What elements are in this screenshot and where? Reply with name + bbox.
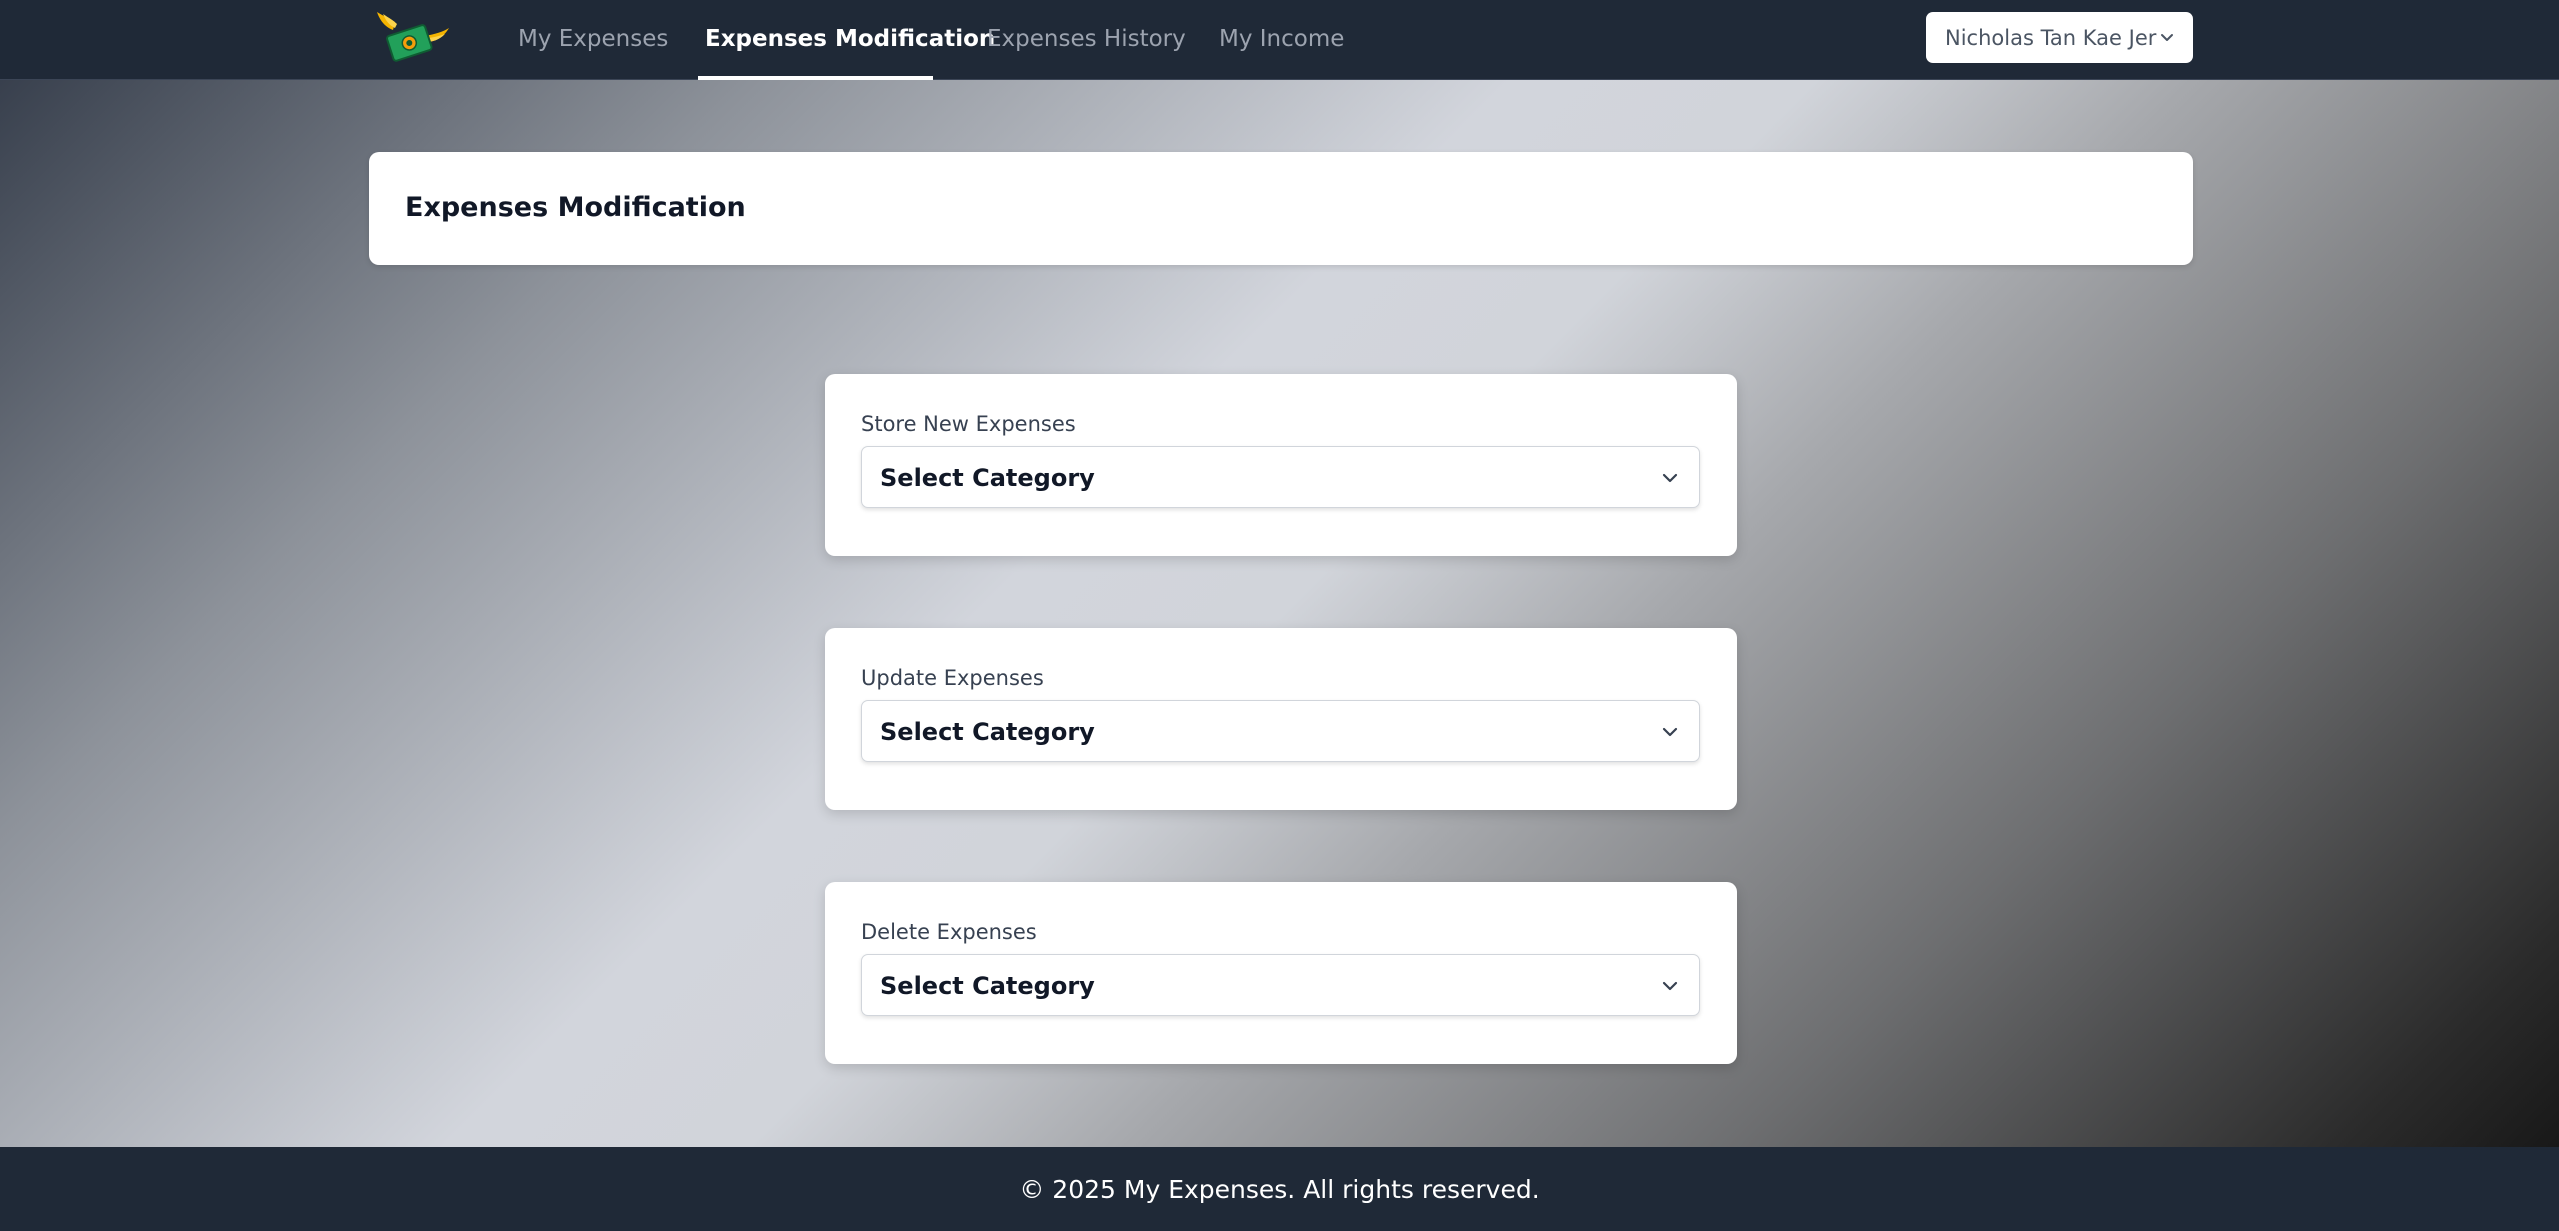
chevron-down-icon	[1662, 473, 1678, 483]
top-navbar: My Expenses Expenses Modification Expens…	[0, 0, 2559, 80]
active-tab-indicator	[698, 76, 933, 80]
delete-expenses-category-select[interactable]: Select Category	[861, 954, 1700, 1016]
nav-link-my-expenses[interactable]: My Expenses	[518, 0, 668, 80]
select-value: Select Category	[880, 972, 1095, 1000]
user-menu-button[interactable]: Nicholas Tan Kae Jer	[1926, 12, 2193, 63]
store-expenses-card: Store New Expenses Select Category	[825, 374, 1737, 556]
store-expenses-label: Store New Expenses	[861, 412, 1076, 436]
update-expenses-card: Update Expenses Select Category	[825, 628, 1737, 810]
nav-link-expenses-modification[interactable]: Expenses Modification	[705, 0, 995, 80]
page-header-card: Expenses Modification	[369, 152, 2193, 265]
select-value: Select Category	[880, 718, 1095, 746]
chevron-down-icon	[1662, 727, 1678, 737]
chevron-down-icon	[1662, 981, 1678, 991]
delete-expenses-label: Delete Expenses	[861, 920, 1037, 944]
footer: © 2025 My Expenses. All rights reserved.	[0, 1147, 2559, 1231]
user-name: Nicholas Tan Kae Jer	[1945, 25, 2157, 50]
chevron-down-icon	[2161, 34, 2173, 41]
update-expenses-label: Update Expenses	[861, 666, 1044, 690]
nav-link-expenses-history[interactable]: Expenses History	[987, 0, 1186, 80]
page-title: Expenses Modification	[405, 192, 746, 223]
flying-money-icon[interactable]	[375, 8, 451, 64]
copyright-text: © 2025 My Expenses. All rights reserved.	[1019, 1174, 1540, 1204]
update-expenses-category-select[interactable]: Select Category	[861, 700, 1700, 762]
store-expenses-category-select[interactable]: Select Category	[861, 446, 1700, 508]
nav-link-my-income[interactable]: My Income	[1219, 0, 1344, 80]
select-value: Select Category	[880, 464, 1095, 492]
delete-expenses-card: Delete Expenses Select Category	[825, 882, 1737, 1064]
